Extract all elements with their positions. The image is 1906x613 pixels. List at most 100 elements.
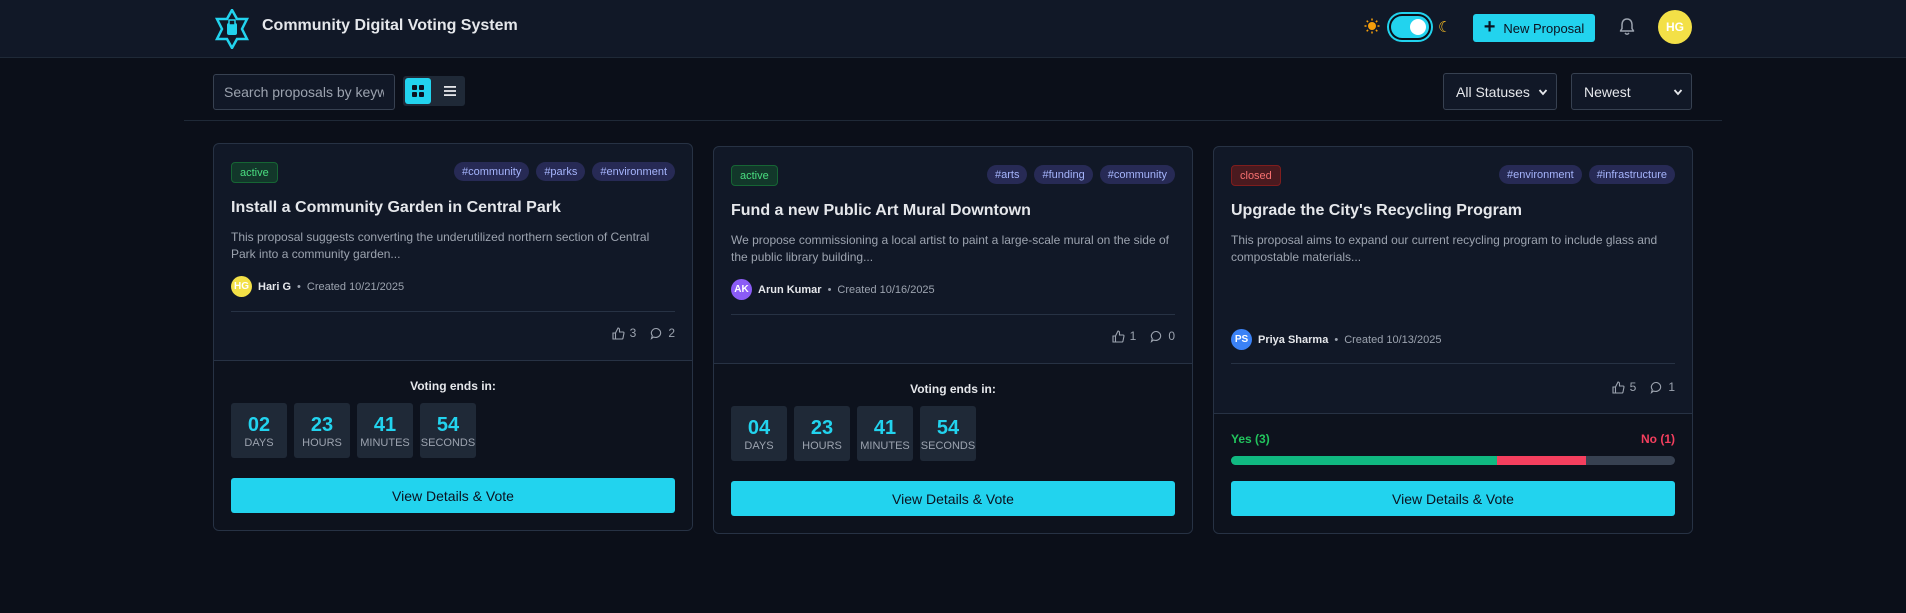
separator-dot: • <box>827 283 832 296</box>
timer-hours: 23 HOURS <box>794 406 850 461</box>
sun-icon <box>1364 18 1380 34</box>
comment-count: 2 <box>650 326 675 340</box>
toolbar-divider <box>184 120 1722 121</box>
status-filter-value: All Statuses <box>1456 83 1530 100</box>
timer-seconds: 54 SECONDS <box>420 403 476 458</box>
tag[interactable]: #infrastructure <box>1588 165 1675 184</box>
card-footer: Yes (3) No (1) View Details & Vote <box>1214 413 1692 533</box>
timer-unit: MINUTES <box>860 439 910 452</box>
moon-icon: ☾ <box>1438 19 1452 36</box>
search-input[interactable] <box>213 74 395 110</box>
results-bar <box>1231 456 1675 465</box>
tag[interactable]: #community <box>454 162 530 181</box>
logo-icon[interactable] <box>214 9 250 49</box>
author-name: Priya Sharma <box>1258 333 1329 346</box>
new-proposal-label: New Proposal <box>1503 20 1585 36</box>
card-stats: 5 1 <box>1612 380 1675 394</box>
comment-count-value: 1 <box>1668 380 1675 394</box>
vote-count: 3 <box>612 326 637 340</box>
proposal-title[interactable]: Install a Community Garden in Central Pa… <box>231 199 561 217</box>
proposal-description: This proposal aims to expand our current… <box>1231 233 1658 264</box>
created-date: Created 10/16/2025 <box>837 283 935 296</box>
view-details-button[interactable]: View Details & Vote <box>1231 481 1675 516</box>
comment-icon <box>650 327 662 340</box>
thumbs-up-icon <box>1112 329 1125 343</box>
vote-count-value: 5 <box>1629 380 1637 394</box>
bell-icon[interactable] <box>1617 17 1637 37</box>
sort-select[interactable]: Newest <box>1571 73 1692 110</box>
timer-number: 41 <box>873 416 897 439</box>
yes-bar-fill <box>1231 456 1498 465</box>
timer-days: 02 DAYS <box>231 403 287 458</box>
avatar: AK <box>731 279 752 300</box>
author-name: Arun Kumar <box>758 283 822 296</box>
vote-count-value: 1 <box>1129 329 1137 343</box>
view-toggle <box>403 76 465 106</box>
timer-unit: DAYS <box>244 436 274 449</box>
list-view-button[interactable] <box>437 78 463 104</box>
vote-count: 1 <box>1112 329 1137 343</box>
comment-count-value: 0 <box>1168 329 1175 343</box>
card-footer: Voting ends in: 02 DAYS 23 HOURS 41 MINUTES… <box>214 360 692 530</box>
timer-unit: HOURS <box>802 439 842 452</box>
new-proposal-button[interactable]: + New Proposal <box>1473 14 1595 42</box>
comment-count-value: 2 <box>668 326 675 340</box>
tag[interactable]: #community <box>1099 165 1175 184</box>
timer-number: 41 <box>373 413 397 436</box>
tag[interactable]: #environment <box>1499 165 1582 184</box>
countdown-timer: 02 DAYS 23 HOURS 41 MINUTES 54 SECONDS <box>231 403 476 458</box>
proposal-description: This proposal suggests converting the un… <box>231 230 650 261</box>
tag[interactable]: #environment <box>592 162 675 181</box>
theme-toggle[interactable] <box>1389 14 1431 40</box>
card-stats: 3 2 <box>612 326 675 340</box>
vote-count-value: 3 <box>629 326 637 340</box>
tag[interactable]: #funding <box>1034 165 1093 184</box>
voting-ends-label: Voting ends in: <box>410 379 496 393</box>
card-divider <box>731 314 1175 315</box>
proposal-title[interactable]: Fund a new Public Art Mural Downtown <box>731 202 1031 220</box>
timer-days: 04 DAYS <box>731 406 787 461</box>
timer-unit: SECONDS <box>420 436 476 449</box>
countdown-timer: 04 DAYS 23 HOURS 41 MINUTES 54 SECONDS <box>731 406 976 461</box>
vote-count: 5 <box>1612 380 1637 394</box>
status-badge: active <box>731 165 778 186</box>
status-filter-select[interactable]: All Statuses <box>1443 73 1557 110</box>
timer-unit: SECONDS <box>920 439 976 452</box>
timer-unit: DAYS <box>744 439 774 452</box>
status-badge: closed <box>1231 165 1281 186</box>
card-footer: Voting ends in: 04 DAYS 23 HOURS 41 MINUTES… <box>714 363 1192 533</box>
comment-count: 0 <box>1150 329 1175 343</box>
proposal-card: closed #environment #infrastructure Upgr… <box>1213 146 1693 534</box>
view-details-button[interactable]: View Details & Vote <box>731 481 1175 516</box>
tag-list: #arts #funding #community <box>987 165 1175 184</box>
thumbs-up-icon <box>612 326 625 340</box>
proposal-card: active #arts #funding #community Fund a … <box>713 146 1193 534</box>
avatar: PS <box>1231 329 1252 350</box>
grid-view-button[interactable] <box>405 78 431 104</box>
separator-dot: • <box>1334 333 1339 346</box>
card-divider <box>1231 363 1675 364</box>
tag[interactable]: #parks <box>536 162 586 181</box>
avatar: HG <box>231 276 252 297</box>
timer-seconds: 54 SECONDS <box>920 406 976 461</box>
author-row: PS Priya Sharma • Created 10/13/2025 <box>1231 329 1441 350</box>
list-icon <box>444 86 456 96</box>
timer-number: 23 <box>810 416 834 439</box>
grid-icon <box>412 85 424 97</box>
proposal-description: We propose commissioning a local artist … <box>731 233 1169 264</box>
proposal-title[interactable]: Upgrade the City's Recycling Program <box>1231 202 1522 220</box>
tag[interactable]: #arts <box>987 165 1028 184</box>
timer-number: 02 <box>247 413 271 436</box>
created-date: Created 10/21/2025 <box>306 280 405 293</box>
app-header: Community Digital Voting System ☾ + New … <box>0 0 1906 58</box>
timer-minutes: 41 MINUTES <box>357 403 413 458</box>
user-avatar[interactable]: HG <box>1658 10 1692 44</box>
comment-icon <box>1650 381 1662 394</box>
view-details-button[interactable]: View Details & Vote <box>231 478 675 513</box>
comment-count: 1 <box>1650 380 1675 394</box>
timer-minutes: 41 MINUTES <box>857 406 913 461</box>
chevron-down-icon <box>1538 89 1548 96</box>
separator-dot: • <box>297 280 301 293</box>
timer-number: 04 <box>747 416 771 439</box>
plus-icon: + <box>1483 16 1496 38</box>
